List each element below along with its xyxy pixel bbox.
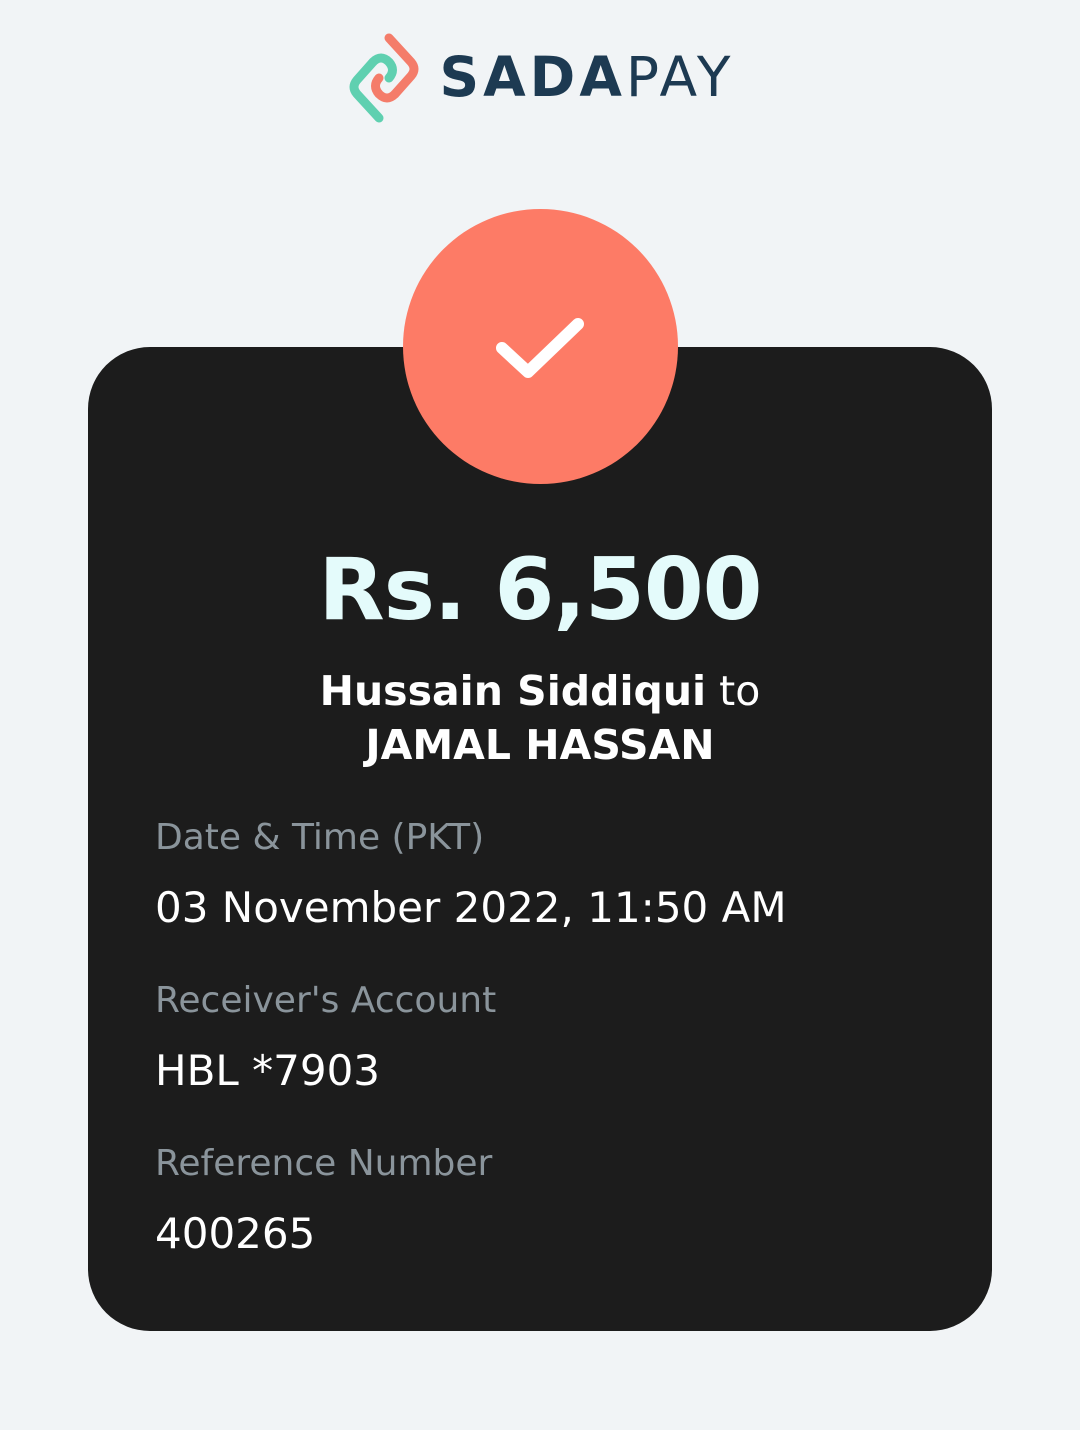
receiver-name: JAMAL HASSAN	[365, 721, 715, 769]
reference-number-label: Reference Number	[155, 1143, 493, 1184]
success-badge	[403, 209, 678, 484]
reference-number-value: 400265	[155, 1209, 316, 1258]
datetime-label: Date & Time (PKT)	[155, 817, 485, 858]
transfer-amount: Rs. 6,500	[318, 540, 762, 640]
brand-name-bold: SADA	[439, 45, 626, 109]
receiver-account-label: Receiver's Account	[155, 980, 497, 1021]
connector-text: to	[719, 667, 761, 715]
brand-header: SADAPAY	[0, 30, 1080, 125]
transfer-parties: Hussain Siddiqui to JAMAL HASSAN	[0, 664, 1080, 772]
datetime-value: 03 November 2022, 11:50 AM	[155, 883, 787, 932]
brand-wordmark: SADAPAY	[439, 50, 734, 105]
brand-name-light: PAY	[625, 45, 735, 109]
sender-line: Hussain Siddiqui to	[0, 664, 1080, 718]
checkmark-icon	[495, 317, 584, 378]
sender-name: Hussain Siddiqui	[319, 667, 707, 715]
sadapay-logo-icon	[350, 33, 419, 122]
receiver-account-value: HBL *7903	[155, 1046, 381, 1095]
